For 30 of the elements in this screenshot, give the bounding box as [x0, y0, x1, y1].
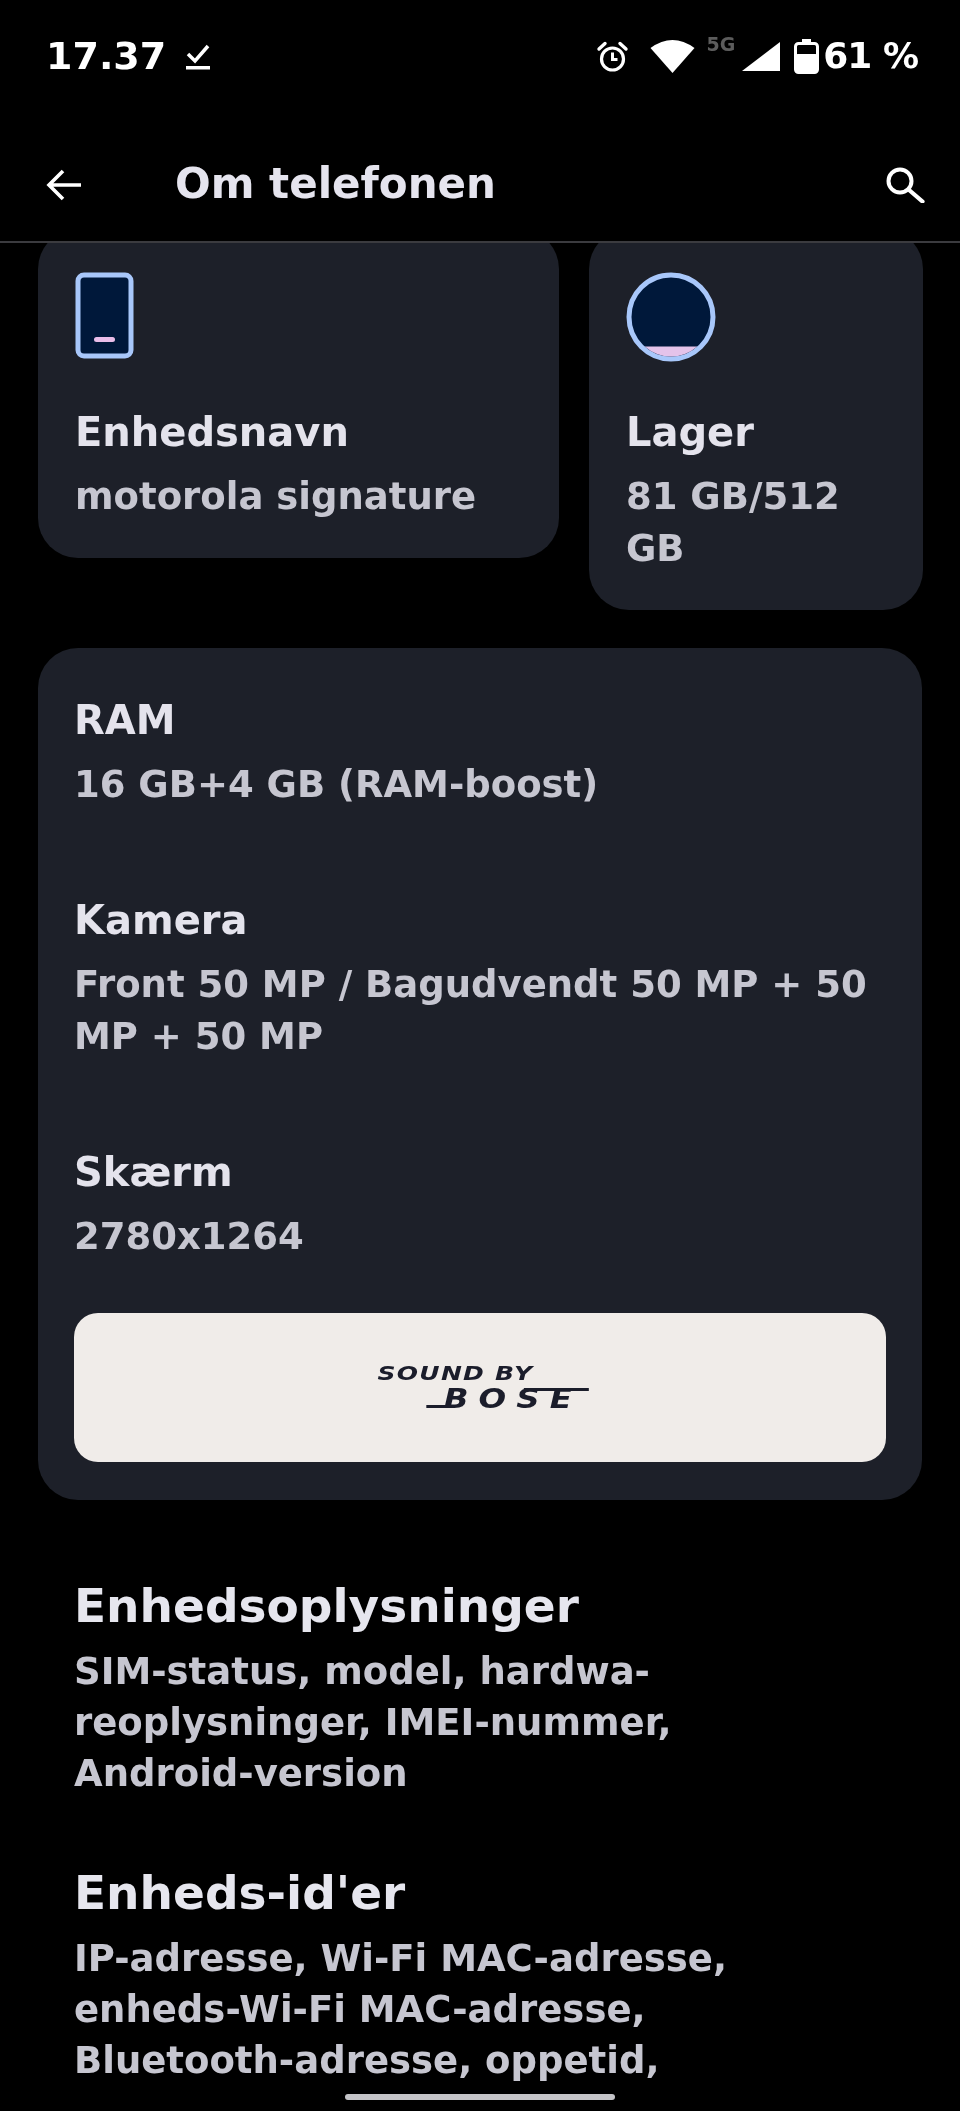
search-button[interactable] — [885, 166, 925, 203]
wifi-icon — [650, 38, 696, 74]
signal-icon — [742, 41, 781, 71]
alarm-clock-icon — [596, 40, 630, 72]
info-card[interactable]: Enhedsnavn motorola signature — [38, 243, 559, 558]
storage-icon — [626, 272, 716, 362]
info-card[interactable]: Lager 81 GB/512 GB — [589, 243, 923, 610]
spec-label: Kamera — [74, 896, 249, 945]
battery-percentage: 61 % — [823, 38, 918, 74]
back-button[interactable] — [46, 167, 83, 202]
card-title: Lager — [626, 408, 755, 457]
setting-summary: SIM-status, model, hardwa-reoplysninger, IMEI-nummer, Android-version — [74, 1649, 673, 1797]
network-type: 5G — [706, 34, 736, 54]
battery-icon — [794, 38, 820, 74]
spec-value: 2780x1264 — [74, 1214, 305, 1260]
card-value: 81 GB/512 GB — [626, 474, 841, 572]
setting-title[interactable]: Enheds-id'er — [74, 1863, 886, 1923]
phone-icon — [75, 272, 134, 359]
setting-title[interactable]: Enhedsoplysninger — [74, 1576, 886, 1636]
card-value: motorola signature — [75, 474, 478, 520]
setting-summary: IP-adresse, Wi-Fi MAC-adresse, enheds-Wi-Fi MAC-adresse, Bluetooth-adresse, oppetid, — [74, 1936, 728, 2084]
card-title: Enhedsnavn — [75, 408, 350, 457]
spec-label: Skærm — [74, 1148, 234, 1197]
spec-label: RAM — [74, 696, 177, 745]
page-title: Om telefonen — [175, 159, 496, 210]
search-icon — [885, 166, 925, 203]
back-arrow-icon — [46, 167, 83, 202]
spec-value: Front 50 MP / Bagudvendt 50 MP + 50 MP + 50 MP — [74, 962, 868, 1060]
spec-value: 16 GB+4 GB (RAM-boost) — [74, 762, 600, 808]
status-time: 17.37 — [46, 37, 167, 75]
